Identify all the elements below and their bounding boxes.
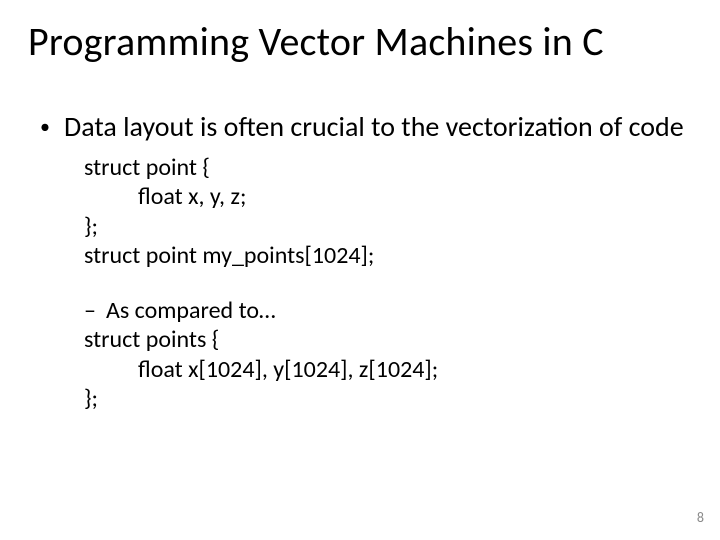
code-line: }; <box>84 212 692 241</box>
slide-title: Programming Vector Machines in C <box>28 20 692 64</box>
bullet-dot-icon: • <box>40 116 50 140</box>
code-block-soa: struct points { float x[1024], y[1024], … <box>84 325 692 413</box>
bullet-text: Data layout is often crucial to the vect… <box>64 110 684 143</box>
code-line: struct points { <box>84 325 692 354</box>
code-block-aos: struct point { float x, y, z; }; struct … <box>84 153 692 270</box>
code-line: }; <box>84 384 692 413</box>
code-line: struct point { <box>84 153 692 182</box>
bullet-text: As compared to… <box>106 296 276 325</box>
bullet-level2: – As compared to… <box>84 296 692 325</box>
sub-block: – As compared to… struct points { float … <box>84 296 692 413</box>
code-line: float x[1024], y[1024], z[1024]; <box>138 355 692 384</box>
code-line: struct point my_points[1024]; <box>84 241 692 270</box>
page-number: 8 <box>697 509 704 526</box>
bullet-level1: • Data layout is often crucial to the ve… <box>40 110 692 143</box>
slide-body: • Data layout is often crucial to the ve… <box>40 110 692 413</box>
slide: Programming Vector Machines in C • Data … <box>0 0 720 540</box>
code-line: float x, y, z; <box>138 182 692 211</box>
bullet-dash-icon: – <box>84 296 96 325</box>
